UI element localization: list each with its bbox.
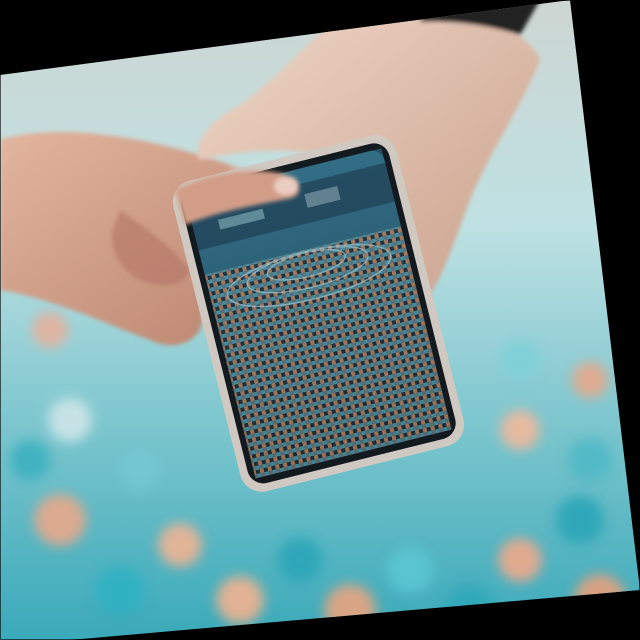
photo	[0, 0, 640, 640]
photo-frame	[0, 0, 640, 640]
